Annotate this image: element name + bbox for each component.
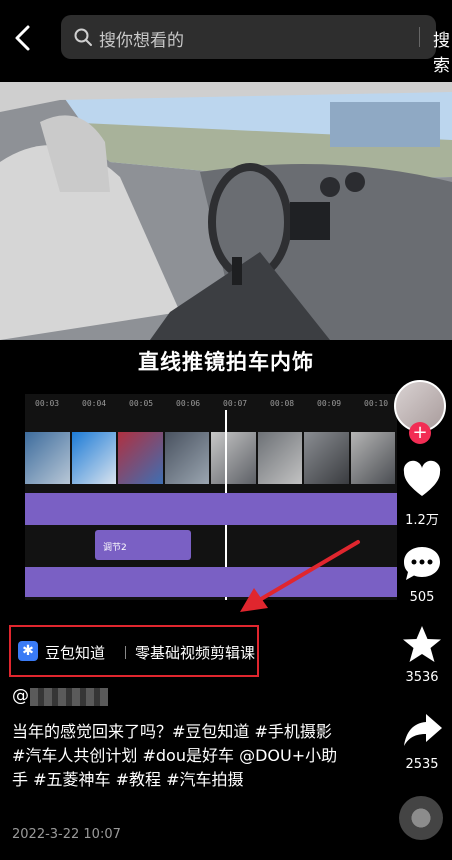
like-count: 1.2万 bbox=[405, 513, 439, 528]
video-player[interactable] bbox=[0, 82, 452, 340]
comment-icon[interactable] bbox=[400, 542, 444, 586]
timeline-ruler: 00:03 00:04 00:05 00:06 00:07 00:08 00:0… bbox=[25, 394, 397, 414]
timeline-tick: 00:07 bbox=[223, 399, 248, 408]
timeline-tick: 00:04 bbox=[82, 399, 107, 408]
share-count: 2535 bbox=[405, 757, 439, 772]
knowledge-badge-icon: ✱ bbox=[18, 641, 38, 661]
knowledge-tag[interactable]: ✱ 豆包知道 零基础视频剪辑课 bbox=[9, 625, 259, 677]
comment-count: 505 bbox=[409, 590, 435, 605]
clip-thumbnail bbox=[164, 432, 209, 484]
knowledge-course-title: 零基础视频剪辑课 bbox=[135, 644, 256, 662]
clip-thumbnail bbox=[25, 432, 70, 484]
back-arrow-icon[interactable] bbox=[12, 24, 34, 52]
knowledge-label: 豆包知道 bbox=[45, 644, 106, 662]
share-icon[interactable] bbox=[400, 708, 444, 752]
clip-thumbnail bbox=[304, 432, 349, 484]
clip-thumbnail bbox=[350, 432, 395, 484]
follow-button[interactable]: + bbox=[409, 422, 431, 444]
search-divider bbox=[419, 27, 420, 47]
search-bar[interactable]: 搜你想看的 搜索 bbox=[61, 15, 450, 76]
timeline-tick: 00:03 bbox=[35, 399, 60, 408]
search-button[interactable]: 搜索 bbox=[433, 26, 450, 76]
adjust-chip: 调节2 bbox=[95, 530, 191, 560]
car-interior-image bbox=[0, 82, 452, 340]
star-icon[interactable] bbox=[400, 623, 444, 667]
favorite-count: 3536 bbox=[405, 670, 439, 685]
blurred-username bbox=[30, 688, 108, 706]
timeline-tick: 00:05 bbox=[129, 399, 154, 408]
video-caption: 直线推镜拍车内饰 bbox=[138, 350, 314, 374]
video-description: 当年的感觉回来了吗？#豆包知道 #手机摄影 #汽车人共创计划 #dou是好车 @… bbox=[12, 722, 338, 789]
search-input[interactable]: 搜你想看的 bbox=[99, 26, 184, 51]
clip-thumbnail bbox=[257, 432, 302, 484]
author-handle[interactable]: @ bbox=[12, 686, 29, 706]
clip-thumbnail bbox=[71, 432, 116, 484]
timeline-tick: 00:10 bbox=[364, 399, 389, 408]
knowledge-divider bbox=[125, 646, 126, 659]
music-disc-icon[interactable] bbox=[399, 796, 443, 840]
post-date: 2022-3-22 10:07 bbox=[12, 827, 121, 842]
timeline-tick: 00:09 bbox=[317, 399, 342, 408]
search-icon bbox=[74, 28, 92, 46]
clip-thumbnail bbox=[118, 432, 163, 484]
timeline-tick: 00:06 bbox=[176, 399, 201, 408]
red-arrow-annotation bbox=[240, 540, 360, 612]
clip-strip bbox=[25, 432, 397, 484]
audio-track-bar bbox=[25, 493, 397, 525]
timeline-tick: 00:08 bbox=[270, 399, 295, 408]
clip-thumbnail bbox=[211, 432, 256, 484]
adjust-chip-label: 调节2 bbox=[103, 543, 127, 553]
heart-icon[interactable] bbox=[400, 458, 444, 502]
